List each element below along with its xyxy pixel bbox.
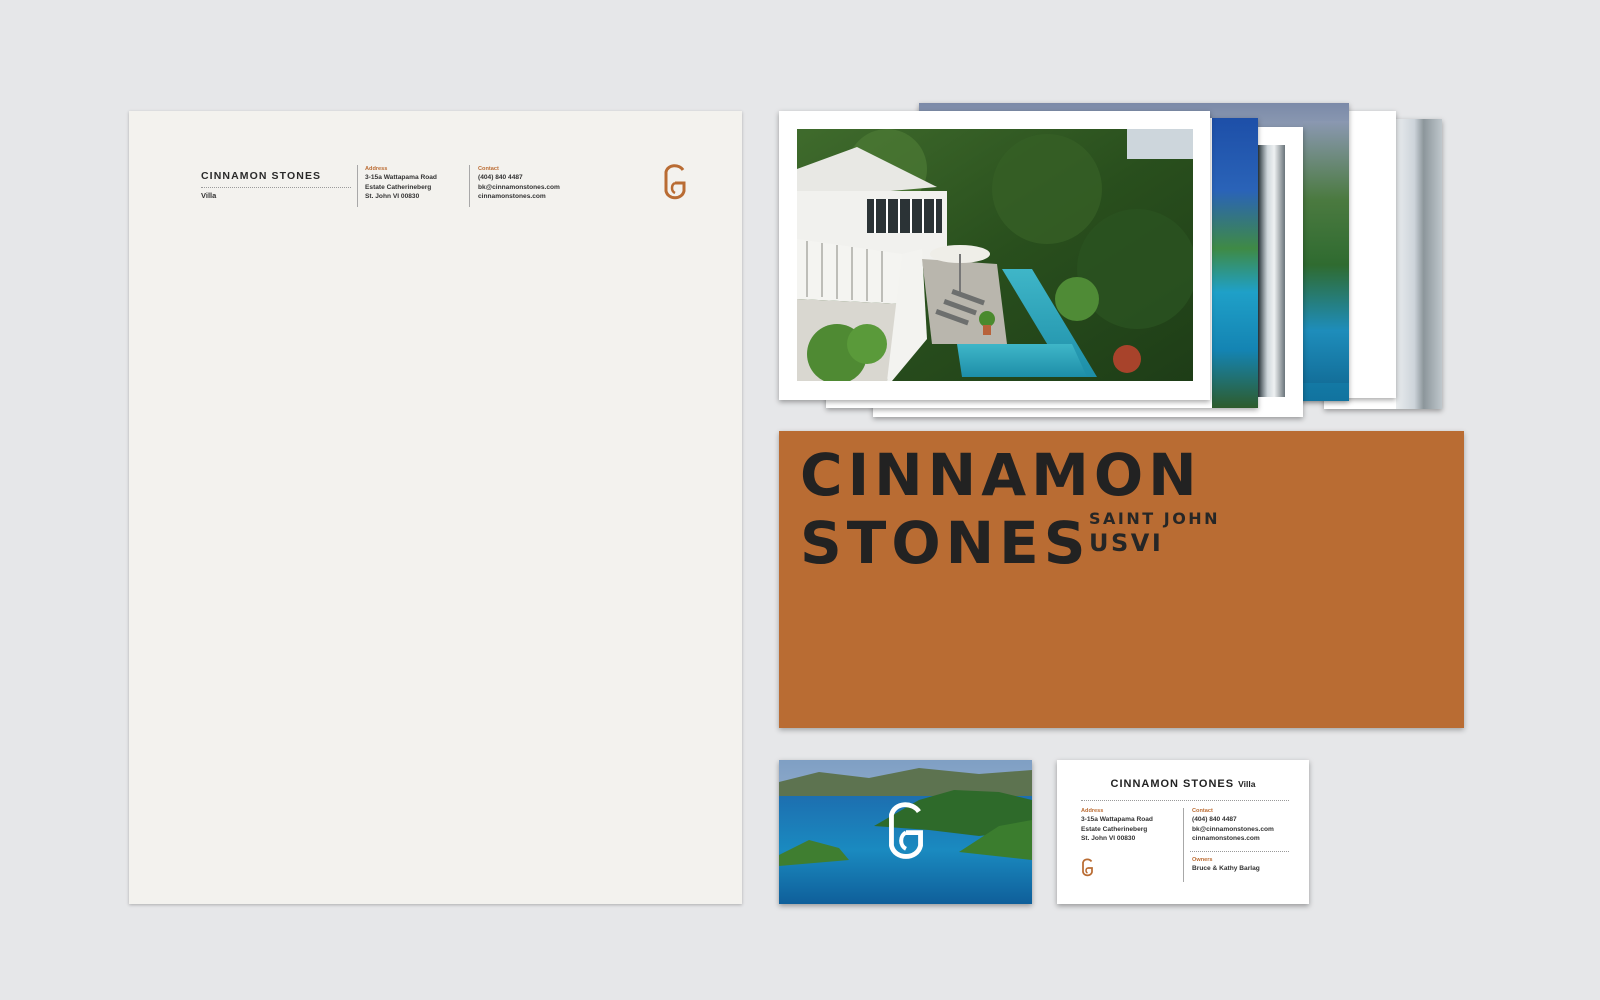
villa-pool-overlook-photo bbox=[797, 129, 1193, 381]
letterhead-brand-name: CINNAMON STONES bbox=[201, 170, 322, 182]
address-line: St. John VI 00830 bbox=[1081, 835, 1136, 843]
folder-location-line: USVI bbox=[1089, 529, 1164, 557]
card-brand-title: CINNAMON STONES bbox=[1110, 778, 1235, 790]
folder-location: SAINT JOHN USVI bbox=[1089, 509, 1220, 557]
letterhead-sheet: CINNAMON STONES Villa Address 3-15a Watt… bbox=[129, 111, 742, 904]
website-url: cinnamonstones.com bbox=[1192, 835, 1260, 843]
porch-doorway-photo bbox=[1258, 145, 1285, 397]
website-url: cinnamonstones.com bbox=[478, 193, 546, 201]
card-address-block: Address 3-15a Wattapama Road Estate Cath… bbox=[1081, 808, 1153, 844]
card-brand-subtitle: Villa bbox=[1238, 779, 1256, 789]
email-address: bk@cinnamonstones.com bbox=[1192, 825, 1274, 833]
address-label: Address bbox=[1081, 808, 1104, 814]
owners-label: Owners bbox=[1192, 857, 1213, 863]
address-line: 3-15a Wattapama Road bbox=[365, 174, 437, 181]
cg-monogram-icon bbox=[1081, 858, 1094, 882]
presentation-folder: CINNAMON STONES SAINT JOHN USVI bbox=[779, 431, 1464, 728]
contact-label: Contact bbox=[478, 166, 499, 172]
address-line: Estate Catherineberg bbox=[1081, 825, 1148, 833]
owners-names: Bruce & Kathy Barlag bbox=[1192, 865, 1260, 872]
letterhead-contact-block: Contact (404) 840 4487 bk@cinnamonstones… bbox=[478, 166, 560, 202]
folder-title-line: CINNAMON bbox=[800, 441, 1202, 509]
cg-monogram-icon bbox=[885, 800, 927, 867]
vertical-divider bbox=[357, 165, 358, 207]
address-label: Address bbox=[365, 166, 388, 172]
white-staircase-photo bbox=[1396, 119, 1442, 409]
letterhead-address-block: Address 3-15a Wattapama Road Estate Cath… bbox=[365, 166, 437, 202]
card-owners-block: Owners Bruce & Kathy Barlag bbox=[1192, 857, 1260, 874]
island-bay-photo bbox=[1303, 121, 1349, 383]
email-address: bk@cinnamonstones.com bbox=[478, 183, 560, 191]
dotted-divider bbox=[1081, 800, 1289, 801]
phone-number: (404) 840 4487 bbox=[478, 174, 523, 181]
contact-label: Contact bbox=[1192, 808, 1213, 814]
address-line: 3-15a Wattapama Road bbox=[1081, 816, 1153, 823]
card-contact-block: Contact (404) 840 4487 bk@cinnamonstones… bbox=[1192, 808, 1274, 844]
photo-card-villa-pool bbox=[779, 111, 1210, 400]
address-line: St. John VI 00830 bbox=[365, 193, 420, 201]
vertical-divider bbox=[469, 165, 470, 207]
business-card-back: CINNAMON STONES Villa Address 3-15a Watt… bbox=[1057, 760, 1309, 904]
phone-number: (404) 840 4487 bbox=[1192, 816, 1237, 823]
card-brand-name: CINNAMON STONES Villa bbox=[1057, 778, 1309, 790]
letterhead-brand: CINNAMON STONES Villa bbox=[201, 170, 356, 200]
business-card-front bbox=[779, 760, 1032, 904]
dotted-divider bbox=[201, 187, 351, 188]
vertical-divider bbox=[1183, 808, 1184, 882]
bay-view-photo bbox=[1212, 118, 1258, 408]
address-line: Estate Catherineberg bbox=[365, 183, 432, 191]
letterhead-brand-subtitle: Villa bbox=[201, 191, 217, 200]
dotted-divider bbox=[1190, 851, 1289, 852]
cg-monogram-icon bbox=[662, 163, 688, 206]
folder-location-line: SAINT JOHN bbox=[1089, 509, 1221, 528]
